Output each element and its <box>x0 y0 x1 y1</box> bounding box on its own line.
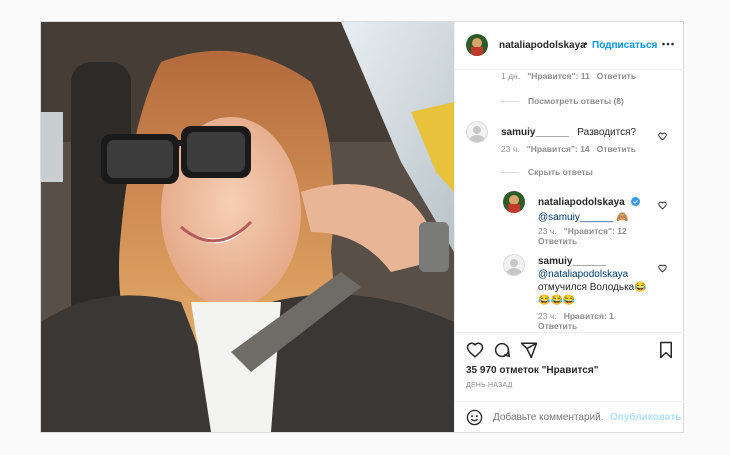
reply-button[interactable]: Ответить <box>597 144 636 154</box>
comment-likes[interactable]: "Нравится": 14 <box>527 144 590 154</box>
reply-body: samuiy______ @nataliapodolskaya отмучилс… <box>538 255 653 307</box>
reply-time: 23 ч. <box>538 226 557 236</box>
post-header: nataliapodolskaya • Подписаться <box>455 22 684 70</box>
heart-icon[interactable] <box>658 128 667 141</box>
post-photo[interactable] <box>41 22 454 432</box>
reply-username[interactable]: nataliapodolskaya <box>538 197 625 208</box>
reply-time: 23 ч. <box>538 311 557 321</box>
add-comment-bar: Опубликовать <box>455 401 684 432</box>
post-actions: 35 970 отметок "Нравится" ДЕНЬ НАЗАД <box>455 332 684 404</box>
comment-time: 1 дн. <box>501 71 521 81</box>
comment-input[interactable] <box>493 409 603 425</box>
verified-badge-icon <box>631 193 641 206</box>
reply-emoji: 🙈 <box>615 212 629 223</box>
comment-meta: 23 ч. "Нравится": 14 Ответить <box>501 144 636 154</box>
likes-count[interactable]: 35 970 отметок "Нравится" <box>466 365 598 376</box>
comment-likes[interactable]: "Нравится": 11 <box>527 71 589 81</box>
separator-dot: • <box>584 39 588 50</box>
post-side-panel: nataliapodolskaya • Подписаться 1 дн. "Н… <box>454 22 684 432</box>
more-horizontal-icon[interactable] <box>661 37 675 51</box>
comment-body: samuiy______ Разводится? <box>501 122 651 140</box>
comment-username[interactable]: samuiy______ <box>501 127 569 138</box>
reply-meta: 23 ч. "Нравится": 12 <box>538 226 627 236</box>
heart-icon[interactable] <box>658 260 667 273</box>
hide-replies-label: Скрыть ответы <box>528 167 593 177</box>
reply-text: отмучился Володька😂 <box>538 282 647 293</box>
comment-time: 23 ч. <box>501 144 520 154</box>
comments-list[interactable]: 1 дн. "Нравится": 11 Ответить Посмотреть… <box>455 70 684 332</box>
follow-button[interactable]: Подписаться <box>592 40 657 51</box>
reply-likes[interactable]: Нравится: 1 <box>564 311 614 321</box>
heart-icon[interactable] <box>658 197 667 210</box>
reply-body: nataliapodolskaya @samuiy______ 🙈 <box>538 192 648 223</box>
hide-replies-button[interactable]: Скрыть ответы <box>501 167 593 177</box>
reply-mention[interactable]: @samuiy______ <box>538 212 613 223</box>
comment-icon[interactable] <box>493 341 511 359</box>
avatar[interactable] <box>503 254 525 276</box>
view-replies-button[interactable]: Посмотреть ответы (8) <box>501 96 624 106</box>
post-date[interactable]: ДЕНЬ НАЗАД <box>466 382 513 389</box>
reply-button[interactable]: Ответить <box>597 71 636 81</box>
view-replies-label: Посмотреть ответы (8) <box>528 96 624 106</box>
post-username[interactable]: nataliapodolskaya <box>499 40 586 51</box>
selfie-image <box>41 22 454 432</box>
heart-icon[interactable] <box>466 341 484 359</box>
reply-actions: Ответить <box>538 321 577 331</box>
reply-emoji-line: 😂😂😂 <box>538 295 576 306</box>
reply-meta: 23 ч. Нравится: 1 <box>538 311 614 321</box>
share-icon[interactable] <box>520 341 538 359</box>
avatar[interactable] <box>503 191 525 213</box>
reply-button[interactable]: Ответить <box>538 321 577 331</box>
comment-meta: 1 дн. "Нравится": 11 Ответить <box>501 71 636 81</box>
reply-username[interactable]: samuiy______ <box>538 255 653 268</box>
reply-mention[interactable]: @nataliapodolskaya <box>538 268 653 281</box>
post-card: nataliapodolskaya • Подписаться 1 дн. "Н… <box>40 21 684 433</box>
emoji-icon[interactable] <box>466 409 483 426</box>
publish-button[interactable]: Опубликовать <box>610 412 681 423</box>
bookmark-icon[interactable] <box>658 341 674 359</box>
reply-actions: Ответить <box>538 236 577 246</box>
reply-button[interactable]: Ответить <box>538 236 577 246</box>
comment-text: Разводится? <box>577 127 637 138</box>
reply-likes[interactable]: "Нравится": 12 <box>564 226 627 236</box>
avatar[interactable] <box>466 121 488 143</box>
avatar[interactable] <box>466 34 488 56</box>
